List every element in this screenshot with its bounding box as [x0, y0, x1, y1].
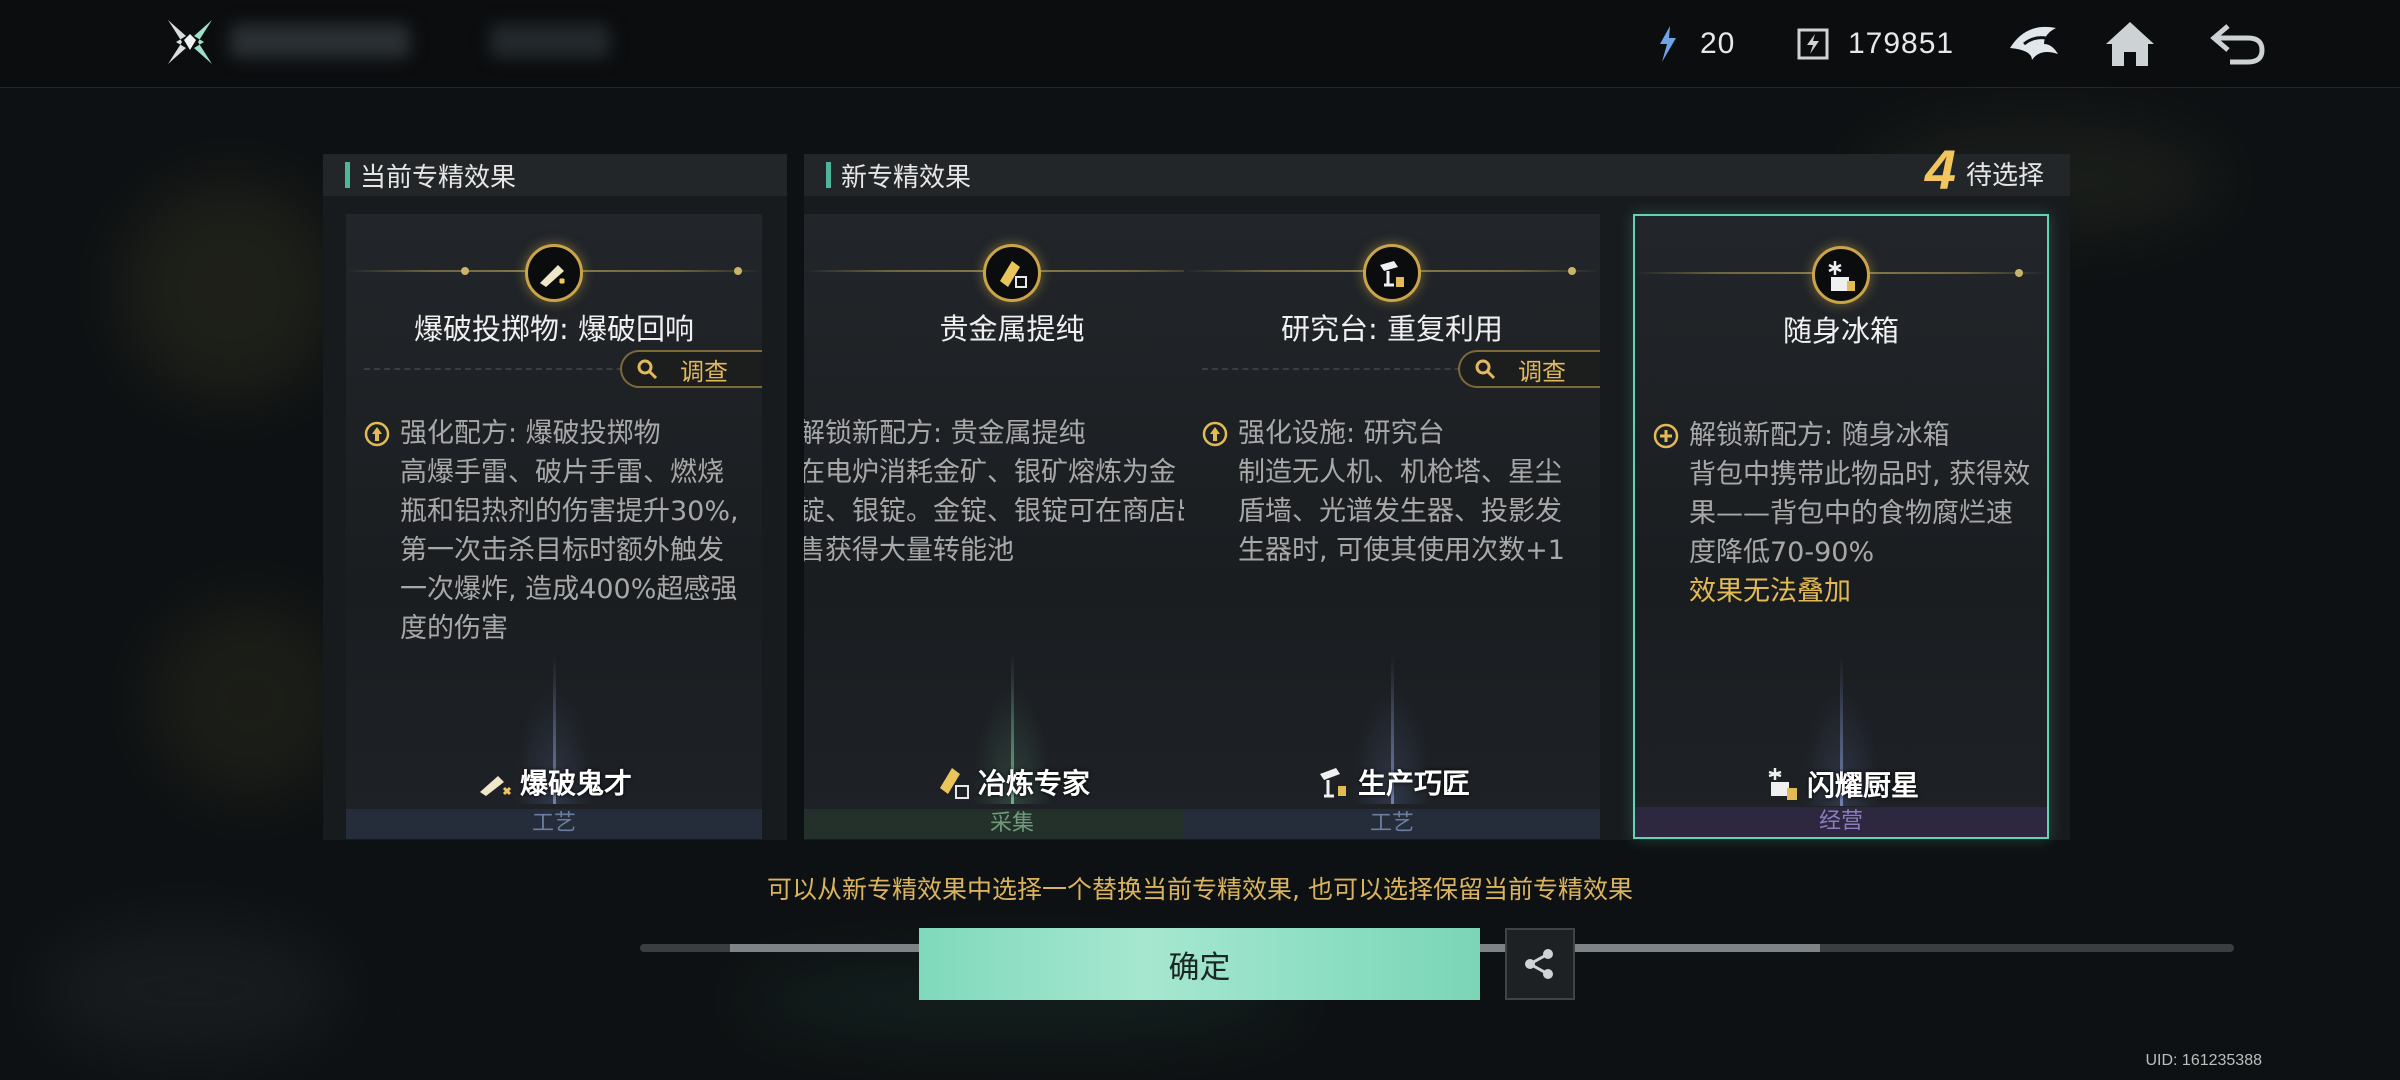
explosive-emblem-icon: [525, 244, 583, 302]
card-description: 强化设施: 研究台 制造无人机、机枪塔、星尘盾墙、光谱发生器、投影发生器时, 可…: [1202, 414, 1586, 570]
pending-count: 4: [1924, 138, 1956, 201]
category-label: 采集: [804, 809, 1220, 839]
selection-hint: 可以从新专精效果中选择一个替换当前专精效果, 也可以选择保留当前专精效果: [767, 875, 1633, 904]
pending-label: 待选择: [1965, 161, 2044, 191]
research-table-emblem-icon: [1363, 244, 1421, 302]
upgrade-icon: [364, 421, 390, 446]
skill-badge: 生产巧匠: [1184, 762, 1600, 802]
smelting-skill-icon: [939, 768, 969, 799]
user-id: UID: 161235388: [2145, 1052, 2262, 1069]
craftsman-skill-icon: [1319, 768, 1346, 798]
current-spec-header: 当前专精效果: [323, 154, 787, 196]
card-description: 强化配方: 爆破投掷物 高爆手雷、破片手雷、燃烧瓶和铝热剂的伤害提升30%, 第…: [364, 414, 748, 648]
skill-name: 生产巧匠: [1357, 767, 1470, 800]
top-bar: 20 179851: [0, 0, 2400, 88]
blurred-subtitle: [490, 24, 610, 58]
skill-name: 冶炼专家: [977, 767, 1090, 800]
decor-dot: [1568, 267, 1576, 275]
coin-resource: 179851: [1796, 20, 1954, 68]
investigate-button[interactable]: 调查: [1458, 350, 1600, 388]
cooler-emblem-icon: [1812, 246, 1870, 304]
blurred-title: [230, 24, 410, 58]
chef-skill-icon: [1768, 768, 1797, 800]
header-accent-bar: [345, 162, 350, 188]
skill-badge: 爆破鬼才: [346, 762, 762, 802]
skill-badge: 冶炼专家: [804, 762, 1220, 802]
gold-ingot-emblem-icon: [983, 244, 1041, 302]
game-logo-icon: [168, 20, 212, 64]
effect-body: 制造无人机、机枪塔、星尘盾墙、光谱发生器、投影发生器时, 可使其使用次数+1: [1238, 457, 1565, 566]
coin-chip-icon: [1797, 28, 1829, 60]
back-icon[interactable]: [2208, 14, 2268, 74]
effect-heading: 强化设施: 研究台: [1238, 418, 1445, 449]
energy-resource: 20: [1652, 20, 1735, 68]
pending-counter: 4 待选择: [1925, 142, 2044, 198]
coin-value: 179851: [1848, 27, 1955, 60]
new-spec-card-1[interactable]: 贵金属提纯 解锁新配方: 贵金属提纯 在电炉消耗金矿、银矿熔炼为金锭、银锭。金锭…: [804, 214, 1220, 839]
effect-body: 在电炉消耗金矿、银矿熔炼为金锭、银锭。金锭、银锭可在商店出售获得大量转能池: [804, 457, 1203, 566]
search-icon: [1475, 359, 1496, 380]
current-spec-title: 当前专精效果: [360, 162, 517, 193]
new-spec-title: 新专精效果: [841, 162, 972, 193]
header-accent-bar: [826, 162, 831, 188]
effect-body: 高爆手雷、破片手雷、燃烧瓶和铝热剂的伤害提升30%, 第一次击杀目标时额外触发一…: [400, 457, 739, 644]
search-icon: [637, 359, 658, 380]
home-icon[interactable]: [2100, 14, 2160, 74]
category-label: 工艺: [346, 809, 762, 839]
effect-heading: 解锁新配方: 贵金属提纯: [804, 418, 1086, 449]
share-button[interactable]: [1505, 928, 1575, 1000]
new-spec-header: 新专精效果: [804, 154, 2070, 196]
card-description: 解锁新配方: 随身冰箱 背包中携带此物品时, 获得效果——背包中的食物腐烂速度降…: [1653, 416, 2033, 611]
category-label: 经营: [1635, 807, 2047, 837]
investigate-label: 调查: [680, 357, 728, 386]
card-title: 随身冰箱: [1782, 314, 1899, 348]
skill-badge: 闪耀厨星: [1635, 764, 2047, 804]
card-title: 贵金属提纯: [939, 312, 1085, 346]
card-title: 爆破投掷物: 爆破回响: [414, 312, 694, 346]
energy-value: 20: [1700, 27, 1736, 60]
decor-dot: [461, 267, 469, 275]
confirm-button[interactable]: 确定: [919, 928, 1480, 1000]
skill-name: 闪耀厨星: [1806, 769, 1919, 802]
faction-emblem-icon[interactable]: [2004, 14, 2064, 74]
card-title: 研究台: 重复利用: [1281, 312, 1503, 346]
share-icon: [1525, 949, 1553, 979]
confirm-label: 确定: [1168, 949, 1231, 986]
effect-warning: 效果无法叠加: [1689, 576, 1851, 607]
upgrade-icon: [1202, 421, 1228, 446]
decor-dot: [2015, 269, 2023, 277]
category-label: 工艺: [1184, 809, 1600, 839]
new-spec-card-2[interactable]: 研究台: 重复利用 调查 强化设施: 研究台 制造无人机、机枪塔、星尘盾墙、光谱…: [1184, 214, 1600, 839]
card-description: 解锁新配方: 贵金属提纯 在电炉消耗金矿、银矿熔炼为金锭、银锭。金锭、银锭可在商…: [804, 414, 1206, 570]
investigate-label: 调查: [1518, 357, 1566, 386]
energy-crystal-icon: [1660, 26, 1676, 62]
new-spec-card-3[interactable]: 随身冰箱 解锁新配方: 随身冰箱 背包中携带此物品时, 获得效果——背包中的食物…: [1633, 214, 2049, 839]
effect-heading: 解锁新配方: 随身冰箱: [1689, 420, 1950, 451]
investigate-button[interactable]: 调查: [620, 350, 762, 388]
effect-body: 背包中携带此物品时, 获得效果——背包中的食物腐烂速度降低70-90%: [1689, 459, 2031, 568]
explosive-skill-icon: [479, 776, 512, 796]
unlock-icon: [1653, 423, 1679, 448]
current-spec-card[interactable]: 爆破投掷物: 爆破回响 调查 强化配方: 爆破投掷物 高爆手雷、破片手雷、燃烧瓶…: [346, 214, 762, 839]
skill-name: 爆破鬼才: [519, 767, 632, 800]
decor-dot: [734, 267, 742, 275]
effect-heading: 强化配方: 爆破投掷物: [400, 418, 661, 449]
